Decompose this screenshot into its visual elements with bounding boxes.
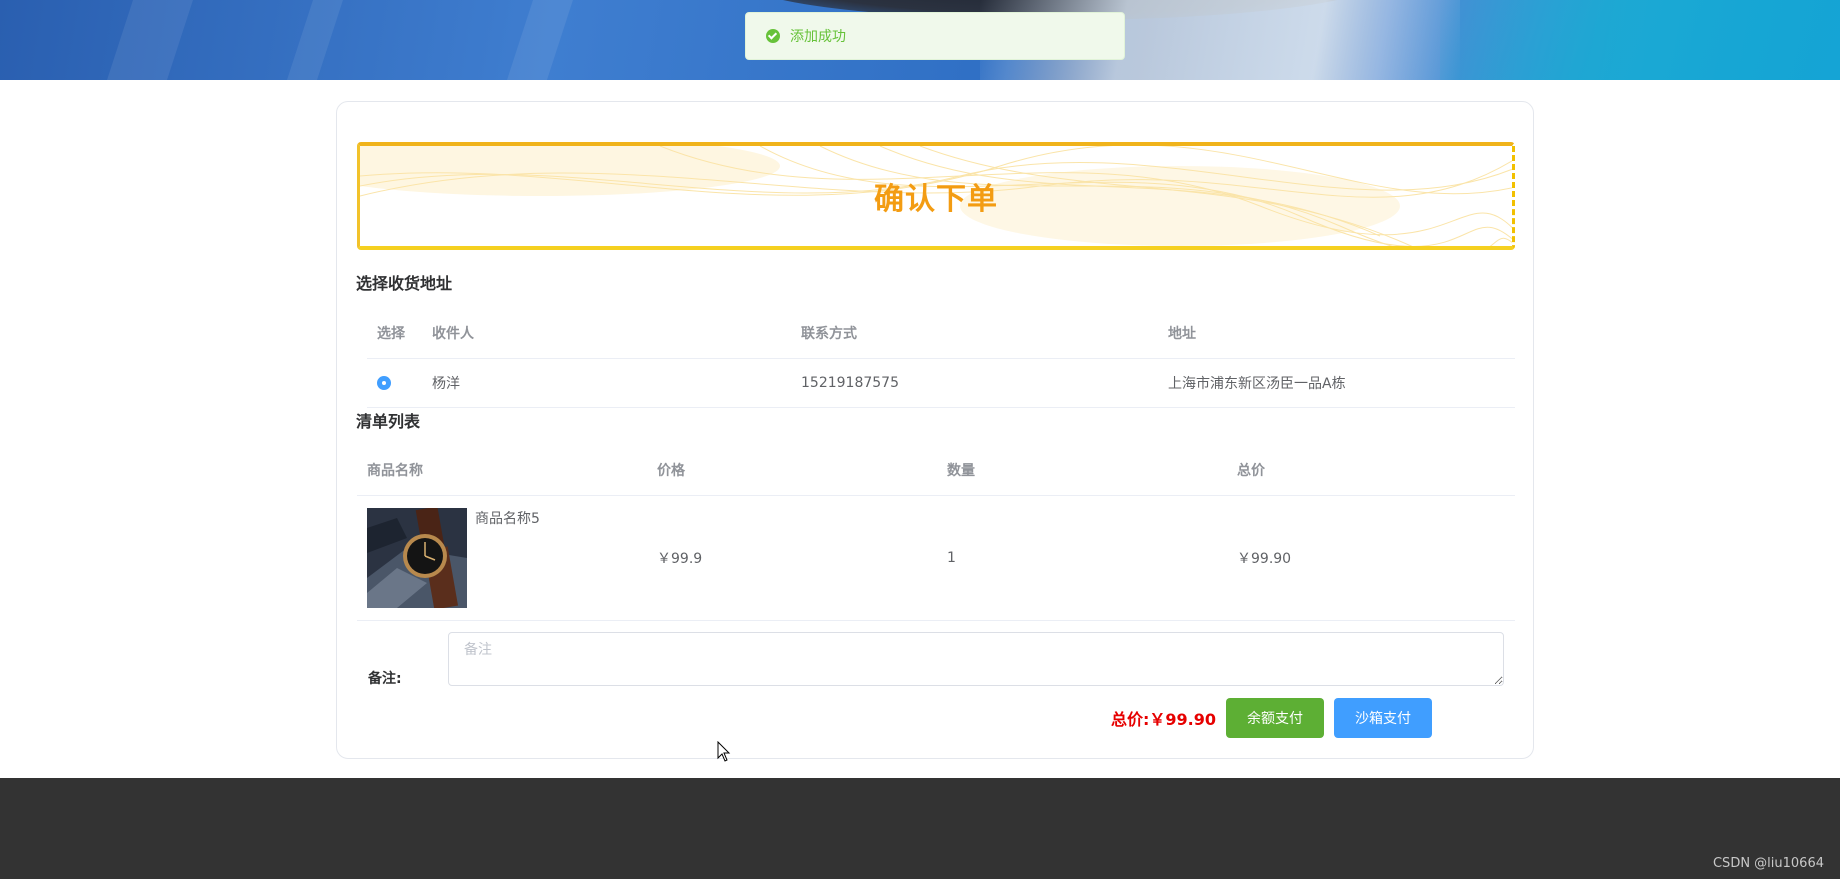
product-quantity: 1 bbox=[947, 550, 956, 566]
banner-accent-strip bbox=[1440, 0, 1840, 80]
note-label: 备注: bbox=[368, 671, 402, 687]
total-label: 总价: bbox=[1111, 710, 1150, 729]
sandbox-pay-button[interactable]: 沙箱支付 bbox=[1334, 698, 1432, 738]
total-value: ￥99.90 bbox=[1149, 710, 1217, 729]
column-header-select: 选择 bbox=[377, 326, 405, 342]
order-total: 总价: ￥99.90 bbox=[1111, 698, 1216, 738]
product-name: 商品名称5 bbox=[475, 511, 540, 527]
watermark: CSDN @liu10664 bbox=[1712, 856, 1824, 871]
address-section-title: 选择收货地址 bbox=[356, 274, 453, 293]
page-title: 确认下单 bbox=[874, 182, 998, 217]
column-header-phone: 联系方式 bbox=[801, 326, 857, 342]
order-table-header: 商品名称 价格 数量 总价 bbox=[357, 445, 1515, 496]
toast-message: 添加成功 bbox=[790, 29, 846, 45]
order-confirm-card: 确认下单 选择收货地址 选择 收件人 联系方式 地址 杨洋 1521918757… bbox=[336, 101, 1534, 759]
product-subtotal: ￥99.90 bbox=[1237, 551, 1292, 567]
recipient-phone: 15219187575 bbox=[801, 375, 899, 391]
column-header-quantity: 数量 bbox=[947, 463, 975, 479]
note-input[interactable] bbox=[448, 632, 1504, 686]
page-title-banner: 确认下单 bbox=[357, 142, 1515, 250]
product-image bbox=[367, 508, 467, 608]
page-footer: CSDN @liu10664 bbox=[0, 778, 1840, 879]
address-select-cell[interactable] bbox=[377, 359, 391, 407]
product-price: ￥99.9 bbox=[657, 551, 703, 567]
address-radio[interactable] bbox=[377, 376, 391, 390]
column-header-subtotal: 总价 bbox=[1237, 463, 1265, 479]
table-row: 商品名称5 ￥99.9 1 ￥99.90 bbox=[357, 496, 1515, 621]
column-header-recipient: 收件人 bbox=[432, 326, 474, 342]
check-circle-icon bbox=[766, 29, 780, 43]
success-toast: 添加成功 bbox=[745, 12, 1125, 60]
mouse-cursor-icon bbox=[717, 741, 731, 762]
recipient-name: 杨洋 bbox=[432, 376, 460, 392]
column-header-product: 商品名称 bbox=[367, 463, 423, 479]
balance-pay-button[interactable]: 余额支付 bbox=[1226, 698, 1324, 738]
recipient-address: 上海市浦东新区汤臣一品A栋 bbox=[1168, 376, 1346, 392]
column-header-address: 地址 bbox=[1168, 326, 1196, 342]
address-table-header: 选择 收件人 联系方式 地址 bbox=[367, 308, 1515, 359]
order-section-title: 清单列表 bbox=[356, 412, 421, 431]
table-row[interactable]: 杨洋 15219187575 上海市浦东新区汤臣一品A栋 bbox=[367, 359, 1515, 408]
column-header-price: 价格 bbox=[657, 463, 685, 479]
